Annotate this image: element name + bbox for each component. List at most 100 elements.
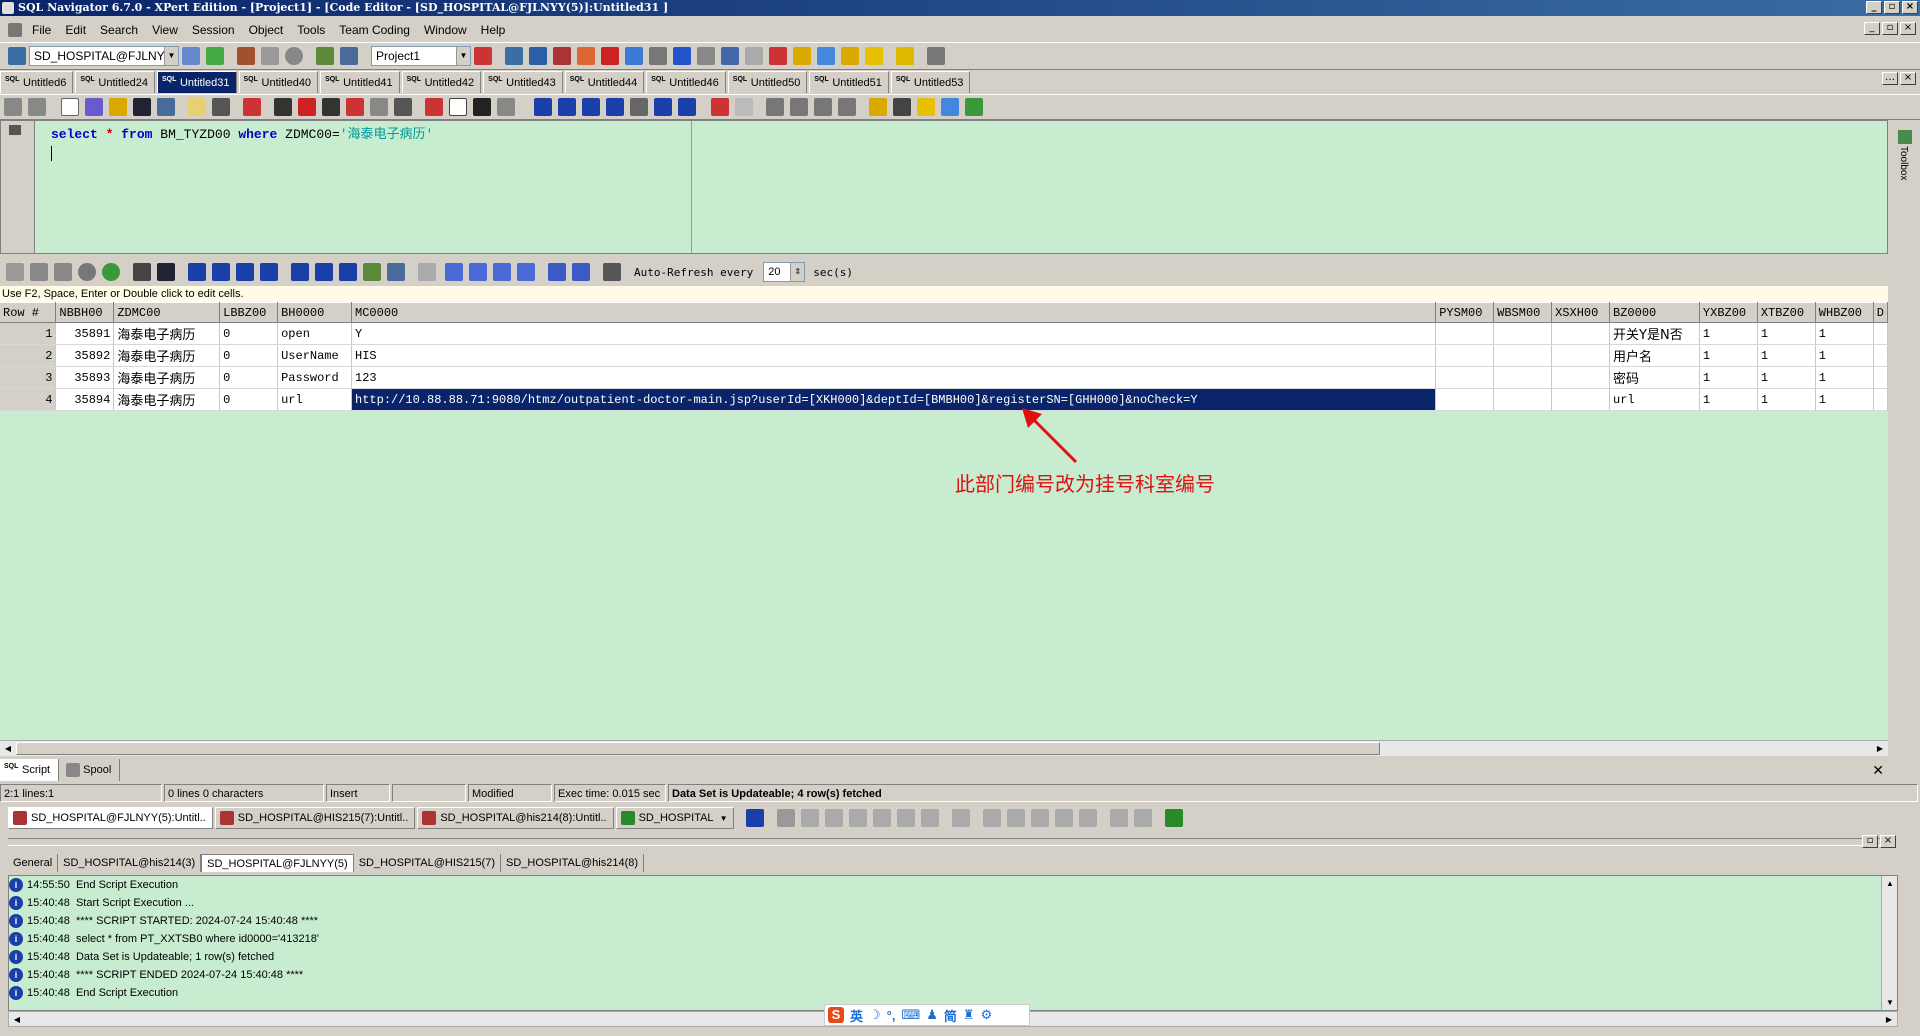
forward-icon[interactable] [28, 98, 46, 116]
mdi-minimize-button[interactable]: _ [1864, 22, 1880, 35]
table-row[interactable]: 1 35891 海泰电子病历 0 open Y 开关Y是N否 1 1 1 [0, 322, 1888, 345]
toggle-icon[interactable] [711, 98, 729, 116]
col-header-bz0000[interactable]: BZ0000 [1609, 302, 1700, 323]
cell-bz0000[interactable]: url [1609, 388, 1700, 411]
breakpoint-icon[interactable] [346, 98, 364, 116]
pin-button[interactable]: ▫ [1862, 835, 1878, 848]
view-icon[interactable] [952, 809, 971, 827]
cell-yxbz00[interactable]: 1 [1699, 344, 1758, 367]
col-header-yxbz00[interactable]: YXBZ00 [1699, 302, 1758, 323]
next-icon[interactable] [654, 98, 672, 116]
form-view-icon[interactable] [572, 263, 590, 281]
run-icon[interactable] [425, 98, 443, 116]
filter-icon[interactable] [274, 98, 292, 116]
template-icon[interactable] [893, 98, 911, 116]
menu-team-coding[interactable]: Team Coding [332, 18, 417, 42]
col-header-xsxh00[interactable]: XSXH00 [1551, 302, 1611, 323]
tab-untitled50[interactable]: SQL Untitled50 [727, 71, 808, 93]
query-builder-icon[interactable] [625, 47, 643, 65]
session-icon[interactable] [182, 47, 200, 65]
save-as-icon[interactable] [157, 98, 175, 116]
grid-a-icon[interactable] [1007, 809, 1026, 827]
cell-nbbh00[interactable]: 35891 [55, 322, 115, 345]
web-icon[interactable] [817, 47, 835, 65]
tab-untitled42[interactable]: SQL Untitled42 [401, 71, 482, 93]
toolbox-panel[interactable]: Toolbox [1890, 120, 1920, 200]
cell-mc0000[interactable]: 123 [351, 366, 1437, 389]
stop-icon[interactable] [285, 47, 303, 65]
cell-xsxh00[interactable] [1551, 388, 1611, 411]
output-tab-his215-7[interactable]: SD_HOSPITAL@HIS215(7) [354, 854, 502, 872]
export-a-icon[interactable] [1110, 809, 1129, 827]
clear-filter-icon[interactable] [298, 98, 316, 116]
scroll-left-icon[interactable]: ◀ [10, 1013, 24, 1026]
tools-a-icon[interactable] [873, 809, 892, 827]
compare-icon[interactable] [769, 47, 787, 65]
menu-object[interactable]: Object [242, 18, 291, 42]
first-record-icon[interactable] [188, 263, 206, 281]
sql-optimizer-icon[interactable] [673, 47, 691, 65]
cell-zdmc00[interactable]: 海泰电子病历 [113, 388, 221, 411]
web-help-icon[interactable] [941, 98, 959, 116]
knowledge-icon[interactable] [841, 47, 859, 65]
open-icon[interactable] [109, 98, 127, 116]
cell-xtbz00[interactable]: 1 [1757, 344, 1816, 367]
table-icon[interactable] [529, 47, 547, 65]
tools-c-icon[interactable] [921, 809, 940, 827]
table-row[interactable]: 2 35892 海泰电子病历 0 UserName HIS 用户名 1 1 1 [0, 344, 1888, 367]
cell-pysm00[interactable] [1435, 322, 1495, 345]
filter-out-icon[interactable] [849, 809, 868, 827]
user-icon[interactable]: ♟ [926, 1007, 938, 1023]
wizard-icon[interactable] [927, 47, 945, 65]
cell-wbsm00[interactable] [1493, 344, 1553, 367]
code-analysis-icon[interactable] [577, 47, 595, 65]
cell-mc0000[interactable]: HIS [351, 344, 1437, 367]
uncomment-icon[interactable] [838, 98, 856, 116]
close-button[interactable]: × [1902, 1, 1918, 14]
col-header-mc0000[interactable]: MC0000 [351, 302, 1437, 323]
cell-bz0000[interactable]: 用户名 [1609, 344, 1700, 367]
format-icon[interactable] [917, 98, 935, 116]
default-icon[interactable] [445, 263, 463, 281]
stop-square-icon[interactable] [630, 98, 648, 116]
cell-wbsm00[interactable] [1493, 388, 1553, 411]
cell-xtbz00[interactable]: 1 [1757, 322, 1816, 345]
col-header-zdmc00[interactable]: ZDMC00 [113, 302, 221, 323]
cell-d[interactable] [1873, 344, 1888, 367]
cell-whbz00[interactable]: 1 [1815, 366, 1874, 389]
col-header-row[interactable]: Row # [0, 302, 57, 323]
sort-icon[interactable] [777, 809, 796, 827]
project-manager-icon[interactable] [474, 47, 492, 65]
close-output-button[interactable]: × [1880, 835, 1896, 848]
hand-icon[interactable] [825, 809, 844, 827]
debugger-icon[interactable] [601, 47, 619, 65]
cell-bh0000[interactable]: url [277, 388, 353, 411]
output-tab-his214-8[interactable]: SD_HOSPITAL@his214(8) [501, 854, 645, 872]
cell-xsxh00[interactable] [1551, 322, 1611, 345]
pause-icon[interactable] [261, 47, 279, 65]
indent-icon[interactable] [766, 98, 784, 116]
cell-yxbz00[interactable]: 1 [1699, 322, 1758, 345]
last-icon[interactable] [678, 98, 696, 116]
keyboard-icon[interactable]: ⌨ [901, 1007, 920, 1023]
cell-bz0000[interactable]: 开关Y是N否 [1609, 322, 1700, 345]
last-record-icon[interactable] [260, 263, 278, 281]
output-tab-general[interactable]: General [8, 854, 59, 872]
copy-icon[interactable] [735, 98, 753, 116]
tools-d-icon[interactable] [983, 809, 1002, 827]
cancel-icon[interactable] [78, 263, 96, 281]
cell-wbsm00[interactable] [1493, 322, 1553, 345]
close-tab-button[interactable]: × [1900, 72, 1916, 85]
sql-text[interactable]: select * from BM_TYZD00 where ZDMC00='海泰… [51, 123, 433, 161]
grid-c-icon[interactable] [1055, 809, 1074, 827]
text-icon[interactable] [188, 98, 206, 116]
back-icon[interactable] [4, 98, 22, 116]
scroll-down-icon[interactable]: ▼ [1883, 996, 1897, 1009]
menu-help[interactable]: Help [474, 18, 513, 42]
grid-b-icon[interactable] [1031, 809, 1050, 827]
cell-lbbz00[interactable]: 0 [219, 322, 279, 345]
filter-grid-icon[interactable] [30, 263, 48, 281]
grid-d-icon[interactable] [1079, 809, 1098, 827]
new-object-icon[interactable] [85, 98, 103, 116]
cell-whbz00[interactable]: 1 [1815, 388, 1874, 411]
